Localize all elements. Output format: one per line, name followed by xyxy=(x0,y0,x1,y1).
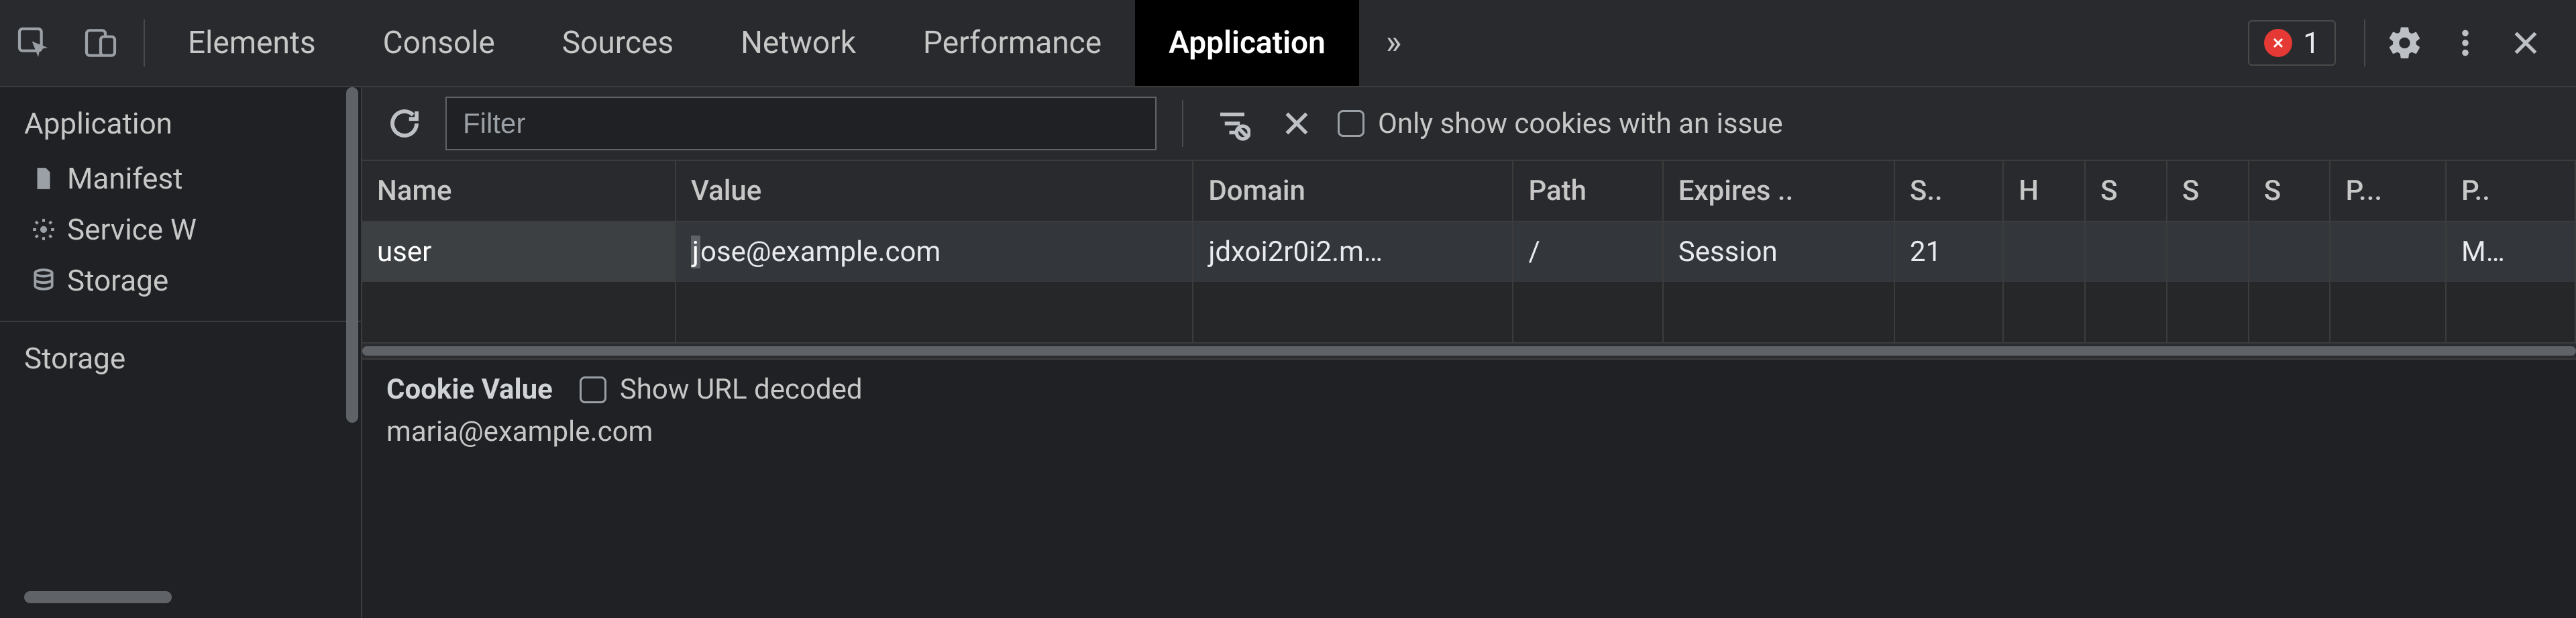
scroll-thumb[interactable] xyxy=(346,87,358,423)
col-priority[interactable]: P.. xyxy=(2446,161,2575,221)
tab-performance[interactable]: Performance xyxy=(890,0,1135,86)
cell-sameparty[interactable] xyxy=(2249,221,2330,282)
sidebar-item-label: Manifest xyxy=(67,161,183,196)
details-value[interactable]: maria@example.com xyxy=(386,415,2552,448)
cookies-table: Name Value Domain Path Expires .. S.. H … xyxy=(362,161,2576,342)
close-devtools-icon[interactable] xyxy=(2496,0,2556,86)
errors-count: 1 xyxy=(2303,25,2320,60)
table-row-empty xyxy=(362,282,2575,342)
checkbox-icon[interactable] xyxy=(580,376,606,403)
application-sidebar: Application Manifest Service W xyxy=(0,87,362,618)
sidebar-item-manifest[interactable]: Manifest xyxy=(0,153,361,204)
database-icon xyxy=(30,266,58,295)
refresh-icon[interactable] xyxy=(381,100,428,147)
sidebar-item-label: Storage xyxy=(67,263,168,298)
col-value[interactable]: Value xyxy=(676,161,1193,221)
toolbar-right: 1 xyxy=(2248,0,2576,86)
panel-tabs: Elements Console Sources Network Perform… xyxy=(154,0,1428,86)
col-domain[interactable]: Domain xyxy=(1193,161,1513,221)
separator xyxy=(144,19,145,66)
scroll-thumb[interactable] xyxy=(362,346,2576,356)
sidebar-resize-handle[interactable] xyxy=(24,591,172,603)
cell-partitionkey[interactable] xyxy=(2330,221,2446,282)
issue-filter-toggle[interactable]: Only show cookies with an issue xyxy=(1338,107,1783,140)
col-sameparty[interactable]: S xyxy=(2249,161,2330,221)
cell-httponly[interactable] xyxy=(2003,221,2085,282)
url-decoded-toggle[interactable]: Show URL decoded xyxy=(580,373,863,406)
url-decoded-label: Show URL decoded xyxy=(620,373,863,406)
gear-icon xyxy=(30,215,58,244)
col-secure[interactable]: S xyxy=(2085,161,2167,221)
tab-application[interactable]: Application xyxy=(1135,0,1359,86)
tab-console[interactable]: Console xyxy=(350,0,529,86)
filter-input[interactable] xyxy=(463,107,1139,140)
cell-secure[interactable] xyxy=(2085,221,2167,282)
cookies-panel: Only show cookies with an issue Name Val… xyxy=(362,87,2576,618)
devtools-tabstrip: Elements Console Sources Network Perform… xyxy=(0,0,2576,87)
separator xyxy=(2364,19,2365,66)
sidebar-scrollbar[interactable] xyxy=(343,87,361,618)
col-expires[interactable]: Expires .. xyxy=(1663,161,1894,221)
col-path[interactable]: Path xyxy=(1513,161,1662,221)
device-toggle-icon[interactable] xyxy=(67,0,134,86)
col-samesite[interactable]: S xyxy=(2167,161,2249,221)
tab-network[interactable]: Network xyxy=(707,0,890,86)
value-highlight: j xyxy=(691,236,700,268)
col-name[interactable]: Name xyxy=(362,161,676,221)
col-size[interactable]: S.. xyxy=(1894,161,2003,221)
cell-expires[interactable]: Session xyxy=(1663,221,1894,282)
table-row[interactable]: user jose@example.com jdxoi2r0i2.m… / Se… xyxy=(362,221,2575,282)
tabs-overflow[interactable]: » xyxy=(1359,0,1428,86)
clear-filtered-icon[interactable] xyxy=(1209,100,1256,147)
cell-samesite[interactable] xyxy=(2167,221,2249,282)
errors-counter[interactable]: 1 xyxy=(2248,20,2336,66)
sidebar-item-service-workers[interactable]: Service W xyxy=(0,204,361,255)
tab-sources[interactable]: Sources xyxy=(529,0,707,86)
sidebar-section-application: Application xyxy=(0,87,361,153)
col-httponly[interactable]: H xyxy=(2003,161,2085,221)
cookie-details: Cookie Value Show URL decoded maria@exam… xyxy=(362,358,2576,468)
sidebar-item-label: Service W xyxy=(67,212,197,247)
cookies-table-wrap: Name Value Domain Path Expires .. S.. H … xyxy=(362,161,2576,358)
issue-filter-label: Only show cookies with an issue xyxy=(1378,107,1783,140)
clear-all-icon[interactable] xyxy=(1273,100,1320,147)
cell-path[interactable]: / xyxy=(1513,221,1662,282)
col-partitionkey[interactable]: P... xyxy=(2330,161,2446,221)
settings-icon[interactable] xyxy=(2375,0,2435,86)
cell-size[interactable]: 21 xyxy=(1894,221,2003,282)
value-rest: ose@example.com xyxy=(700,236,941,268)
cell-value[interactable]: jose@example.com xyxy=(676,221,1193,282)
cell-domain[interactable]: jdxoi2r0i2.m… xyxy=(1193,221,1513,282)
separator xyxy=(1182,100,1183,147)
error-icon xyxy=(2264,29,2292,57)
inspect-icon[interactable] xyxy=(0,0,67,86)
sidebar-section-storage: Storage xyxy=(0,322,361,388)
checkbox-icon[interactable] xyxy=(1338,110,1364,137)
cell-priority[interactable]: M… xyxy=(2446,221,2575,282)
sidebar-item-storage[interactable]: Storage xyxy=(0,255,361,306)
kebab-menu-icon[interactable] xyxy=(2435,0,2496,86)
table-header-row: Name Value Domain Path Expires .. S.. H … xyxy=(362,161,2575,221)
horizontal-scrollbar[interactable] xyxy=(362,342,2576,358)
filter-box[interactable] xyxy=(445,97,1157,150)
cookies-toolbar: Only show cookies with an issue xyxy=(362,87,2576,161)
tab-elements[interactable]: Elements xyxy=(154,0,350,86)
details-label: Cookie Value xyxy=(386,373,553,406)
file-icon xyxy=(30,164,58,193)
cell-name[interactable]: user xyxy=(362,221,676,282)
